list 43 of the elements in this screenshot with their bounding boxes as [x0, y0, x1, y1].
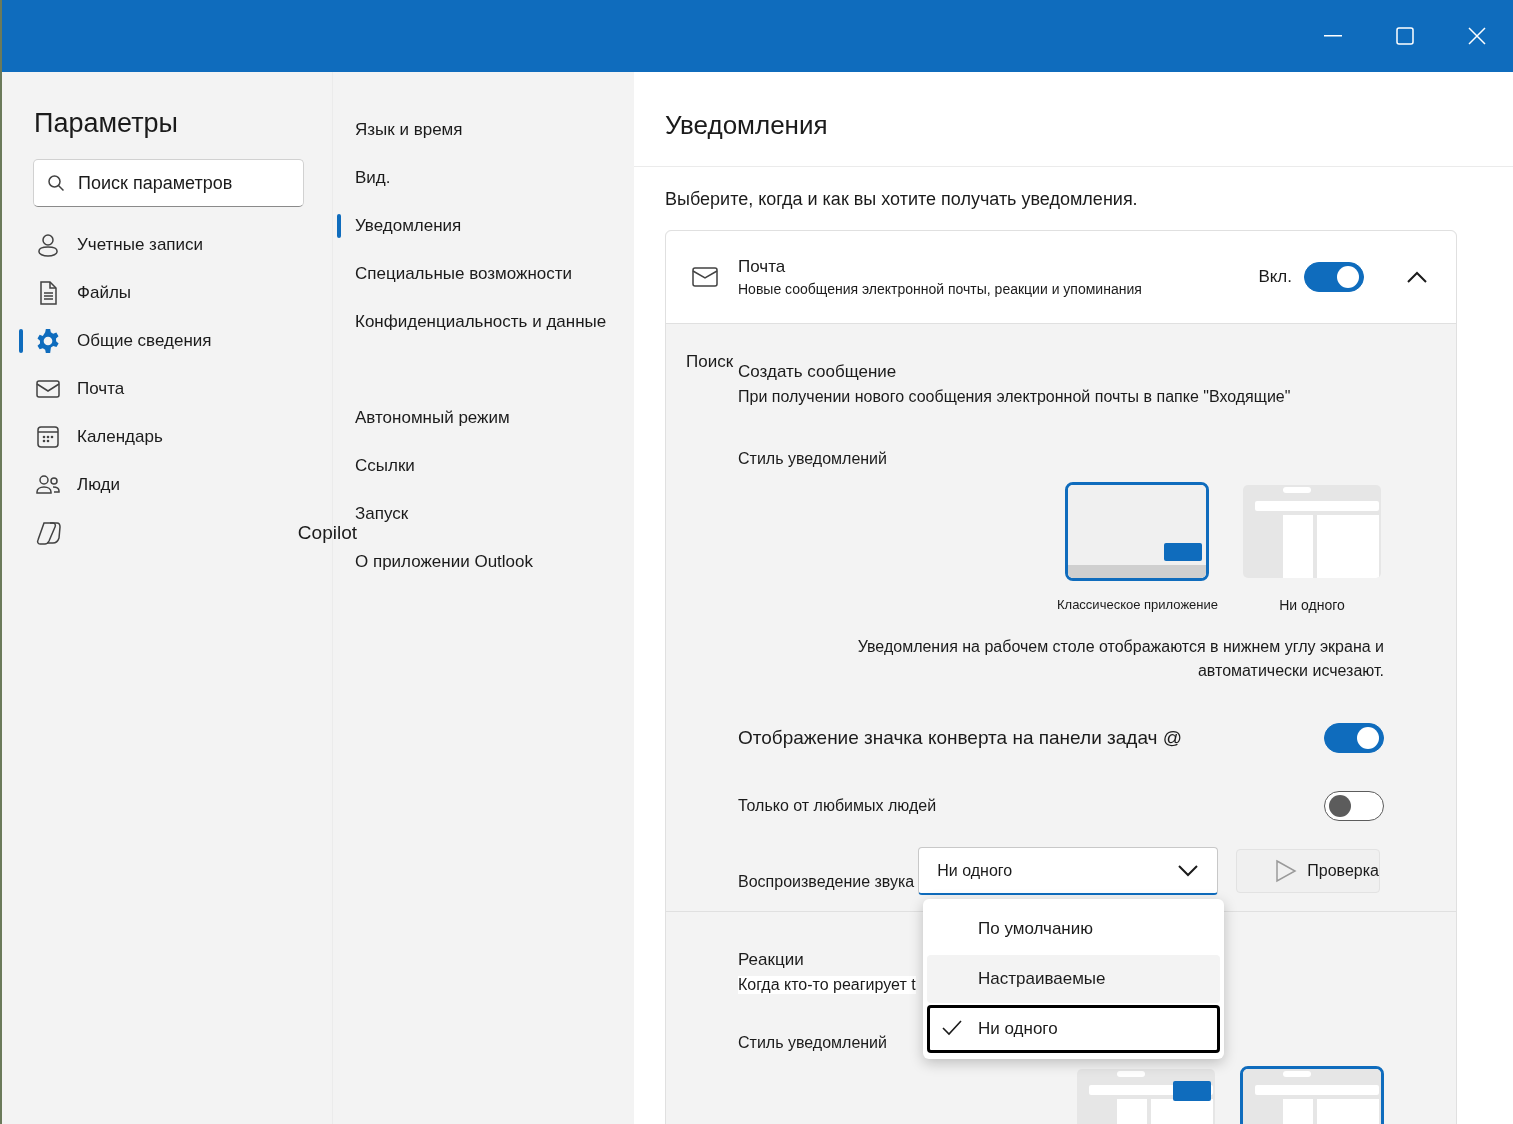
chevron-up-icon [1406, 270, 1428, 284]
style-option-label: Классическое приложение [1057, 597, 1218, 612]
subnav-item[interactable]: Вид. [333, 154, 634, 202]
checkmark-icon [942, 1020, 962, 1036]
close-icon [1468, 27, 1486, 45]
minimize-icon [1324, 35, 1342, 37]
toggle-label: Только от любимых людей [738, 797, 937, 815]
person-icon [35, 232, 61, 258]
search-field[interactable]: Поиск параметров [33, 159, 304, 207]
section-title: Создать сообщение [738, 362, 898, 382]
toggle-label: Отображение значка конверта на панели задач @ [738, 727, 1182, 749]
card-subtitle: Новые сообщения электронной почты, реакции и упоминания [738, 281, 1143, 297]
style-label: Стиль уведомлений [738, 1034, 888, 1052]
card-title: Почта [738, 257, 787, 277]
dropdown-option[interactable]: Ни одного [927, 1005, 1220, 1053]
section-description: Когда кто-то реагирует t [738, 976, 916, 994]
search-label: Поиск [686, 352, 734, 372]
settings-title: Параметры [34, 108, 179, 139]
search-icon [47, 174, 65, 192]
copilot-icon [35, 520, 63, 546]
settings-icon [35, 328, 61, 354]
play-icon [1275, 859, 1298, 883]
dropdown-option[interactable]: Настраиваемые [927, 955, 1220, 1003]
style-option-label: Ни одного [1279, 597, 1345, 613]
sound-dropdown[interactable]: Ни одного [918, 847, 1219, 895]
sound-label: Воспроизведение звука [738, 873, 915, 891]
subnav-item[interactable]: Язык и время [333, 106, 634, 154]
calendar-icon [35, 424, 61, 450]
toggle-switch[interactable] [1324, 723, 1384, 753]
page-title: Уведомления [634, 72, 1513, 167]
section-description: При получении нового сообщения электронной почты в папке "Входящие" [738, 388, 1292, 406]
section-title: Реакции [738, 950, 805, 970]
mail-icon [692, 266, 718, 288]
maximize-icon [1396, 27, 1414, 45]
toggle-switch[interactable] [1324, 791, 1384, 821]
chevron-down-icon [1177, 863, 1200, 878]
notification-style-option[interactable] [1065, 482, 1210, 581]
toggle-label: Вкл. [1258, 267, 1292, 287]
toggle-switch[interactable] [1304, 262, 1364, 292]
test-button[interactable]: Проверка [1236, 849, 1381, 893]
style-note: Уведомления на рабочем столе отображаются в нижнем углу экрана и автоматически исчезают. [856, 637, 1384, 681]
style-label: Стиль уведомлений [738, 450, 888, 468]
intro-text: Выберите, когда и как вы хотите получать уведомления. [665, 189, 1139, 210]
